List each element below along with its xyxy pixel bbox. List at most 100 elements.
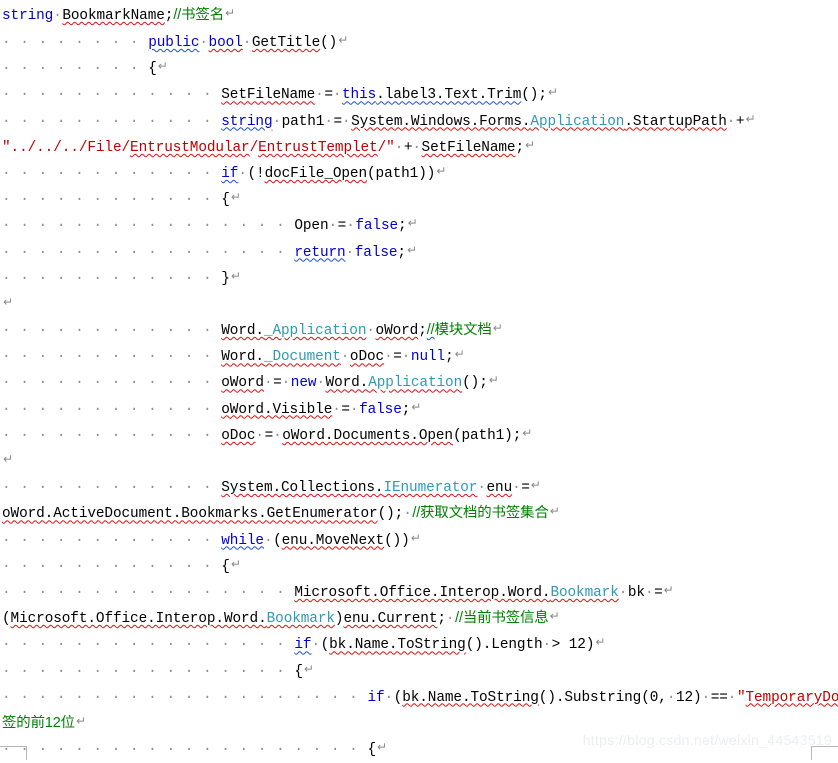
code-token: ( <box>273 533 282 549</box>
code-token: · <box>702 690 711 706</box>
indent-space-marks: · · · · · · · · · · · · · · · · <box>2 664 294 680</box>
code-token: · <box>667 690 676 706</box>
code-token: false <box>359 402 402 418</box>
indent-space-marks: · · · · · · · · · · · · · · · · <box>2 585 294 601</box>
code-token: · <box>333 87 342 103</box>
code-token: Word. <box>326 375 369 391</box>
indent-space-marks: · · · · · · · · · · · · <box>2 323 221 339</box>
code-token: ; <box>445 349 454 365</box>
paragraph-mark: ↵ <box>376 740 387 754</box>
code-line: · · · · · · · · · · · · · · · · {↵ <box>0 656 838 682</box>
indent-space-marks: · · · · · · · · · · · · <box>2 166 221 182</box>
code-token: Open <box>294 218 328 234</box>
code-token: System.Windows.Forms. <box>351 114 530 130</box>
code-line: · · · · · · · · · · · · · · · · Microsof… <box>0 577 838 603</box>
code-token: () <box>521 87 538 103</box>
indent-space-marks: · · · · · · · · <box>2 35 148 51</box>
code-token: · <box>727 114 736 130</box>
code-token: bk.Name.ToString <box>402 690 539 706</box>
code-line: · · · · · · · · · · · · SetFileName·=·th… <box>0 79 838 105</box>
code-token: this <box>342 87 376 103</box>
code-token: · <box>645 585 654 601</box>
paragraph-mark: ↵ <box>530 478 541 492</box>
code-line: 签的前12位↵ <box>0 708 838 734</box>
code-token: 12) <box>676 690 702 706</box>
code-line: string·BookmarkName;//书签名↵ <box>0 0 838 27</box>
code-token: enu <box>487 480 513 496</box>
code-token: = <box>338 218 347 234</box>
code-token: System.Collections. <box>221 480 383 496</box>
paragraph-mark: ↵ <box>410 531 421 545</box>
code-token: = <box>273 375 282 391</box>
paragraph-mark: ↵ <box>435 164 446 178</box>
code-token: //获取文档的书签集合 <box>412 505 548 521</box>
indent-space-marks: · · · · · · · · · · · · · · · · <box>2 218 294 234</box>
code-token: = <box>341 402 350 418</box>
indent-space-marks: · · · · · · · · · · · · <box>2 375 221 391</box>
page-corner-bottom-right <box>811 746 838 760</box>
indent-space-marks: · · · · · · · · · · · · · · · · <box>2 245 294 261</box>
code-token: Word. <box>221 349 264 365</box>
indent-space-marks: · · · · · · · · · · · · <box>2 271 221 287</box>
code-token: · <box>728 690 737 706</box>
code-token: · <box>385 690 394 706</box>
code-token: · <box>329 218 338 234</box>
code-token: new <box>291 375 317 391</box>
code-line: (Microsoft.Office.Interop.Word.Bookmark)… <box>0 603 838 629</box>
code-token: · <box>403 506 412 522</box>
code-token: · <box>384 349 393 365</box>
paragraph-mark: ↵ <box>406 243 417 257</box>
code-token: · <box>402 349 411 365</box>
code-token: · <box>346 218 355 234</box>
code-token: { <box>367 742 376 758</box>
code-token: · <box>264 533 273 549</box>
paragraph-mark: ↵ <box>2 452 13 466</box>
code-token: TemporaryDoc <box>745 690 838 706</box>
code-token: · <box>543 637 552 653</box>
code-token: · <box>282 375 291 391</box>
code-line: · · · · · · · · · · · · · · · · if·(bk.N… <box>0 629 838 655</box>
code-token: ; <box>398 218 407 234</box>
code-token: · <box>53 8 62 24</box>
paragraph-mark: ↵ <box>549 504 560 518</box>
paragraph-mark: ↵ <box>488 373 499 387</box>
code-token: ; <box>513 428 522 444</box>
paragraph-mark: ↵ <box>524 138 535 152</box>
code-token: 模块文档 <box>435 322 492 338</box>
code-token: bk <box>628 585 645 601</box>
code-token: oDoc <box>350 349 384 365</box>
code-token: return <box>294 245 345 261</box>
code-line: · · · · · · · · public·bool·GetTitle()↵ <box>0 27 838 53</box>
code-line: · · · · · · · · {↵ <box>0 53 838 79</box>
code-token: "../../../File/ <box>2 140 130 156</box>
code-token: (path1) <box>453 428 513 444</box>
code-token: bk.Name.ToString <box>329 637 466 653</box>
code-token: ( <box>321 637 330 653</box>
code-line-blank: ↵ <box>0 446 838 472</box>
code-token: _Application <box>264 323 366 339</box>
code-token: /" <box>378 140 395 156</box>
indent-space-marks: · · · · · · · · · · · · · · · · · · · · <box>2 742 367 758</box>
code-token: false <box>355 218 398 234</box>
paragraph-mark: ↵ <box>75 714 86 728</box>
code-token: ( <box>394 690 403 706</box>
code-token: · <box>350 402 359 418</box>
code-token: { <box>221 559 230 575</box>
code-token: enu.Current <box>343 611 437 627</box>
code-line: · · · · · · · · · · · · oWord.Visible·=·… <box>0 394 838 420</box>
code-token: · <box>273 428 282 444</box>
code-token: · <box>341 349 350 365</box>
indent-space-marks: · · · · · · · · · · · · <box>2 114 221 130</box>
paragraph-mark: ↵ <box>2 295 13 309</box>
code-line: oWord.ActiveDocument.Bookmarks.GetEnumer… <box>0 498 838 524</box>
code-token: EntrustTemplet <box>258 140 378 156</box>
code-token: oWord <box>376 323 419 339</box>
code-token: if <box>294 637 311 653</box>
code-token: · <box>512 480 521 496</box>
code-line: · · · · · · · · · · · · System.Collectio… <box>0 472 838 498</box>
code-token: while <box>221 533 264 549</box>
code-line: · · · · · · · · · · · · {↵ <box>0 184 838 210</box>
indent-space-marks: · · · · · · · · · · · · <box>2 87 221 103</box>
code-line: · · · · · · · · · · · · · · · · Open·=·f… <box>0 210 838 236</box>
code-token: · <box>346 245 355 261</box>
